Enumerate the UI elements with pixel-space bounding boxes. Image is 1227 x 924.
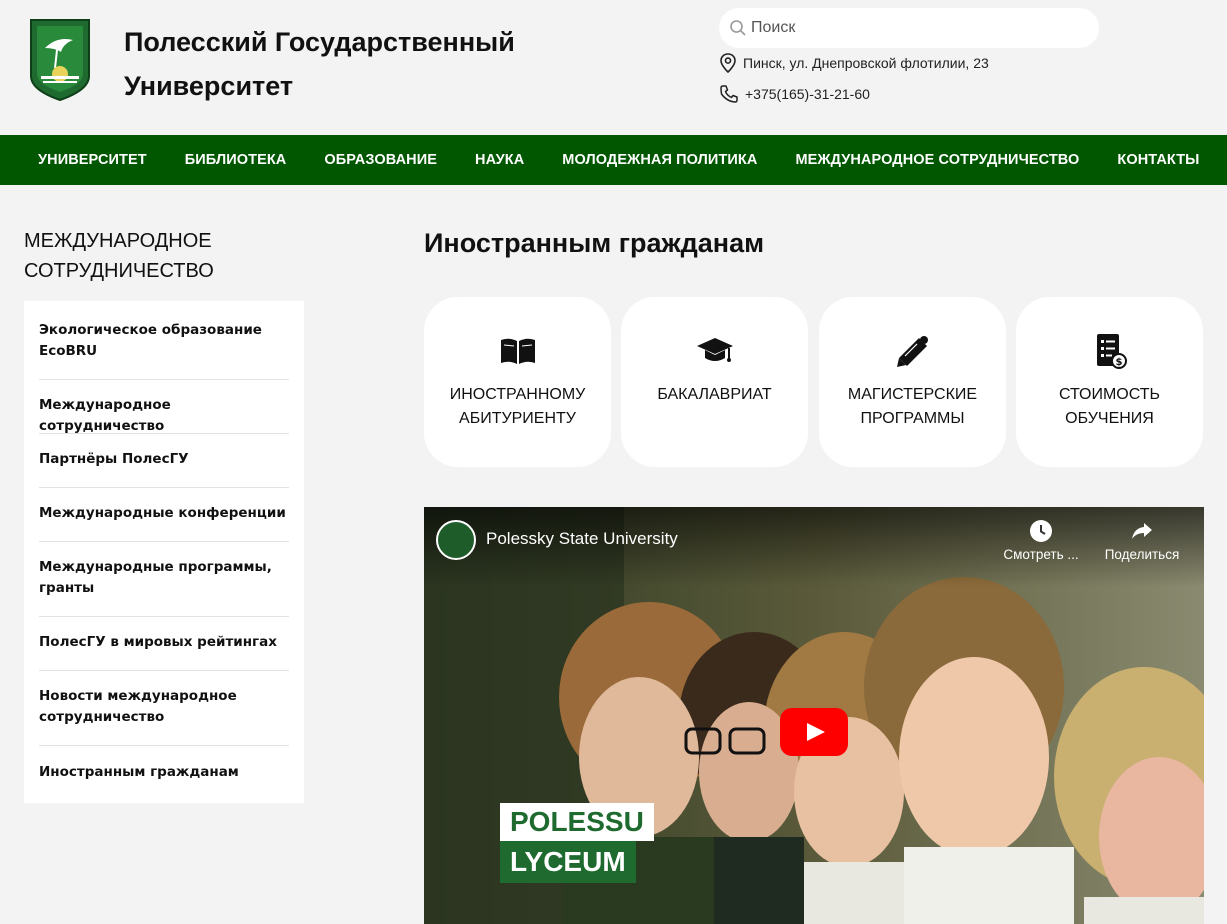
phone-text[interactable]: +375(165)-31-21-60: [745, 86, 870, 102]
sidebar-item-international-cooperation[interactable]: Международное сотрудничество: [39, 380, 289, 434]
address-text: Пинск, ул. Днепровской флотилии, 23: [743, 55, 989, 71]
site-title-line2: Университет: [124, 71, 294, 101]
youtube-video-player[interactable]: Polessky State University Смотреть ... П…: [424, 507, 1204, 924]
card-label: СТОИМОСТЬ ОБУЧЕНИЯ: [1016, 383, 1203, 431]
card-label-line1: ИНОСТРАННОМУ: [449, 386, 586, 403]
watch-later-button[interactable]: Смотреть ...: [1000, 519, 1082, 562]
nav-item-library[interactable]: БИБЛИОТЕКА: [166, 152, 306, 168]
nav-item-university[interactable]: УНИВЕРСИТЕТ: [19, 152, 166, 168]
video-overlay-logo: POLESSU LYCEUM: [500, 803, 654, 883]
nav-item-international[interactable]: МЕЖДУНАРОДНОЕ СОТРУДНИЧЕСТВО: [776, 152, 1098, 168]
sidebar-item-partners[interactable]: Партнёры ПолесГУ: [39, 434, 289, 488]
sidebar-title-line2: СОТРУДНИЧЕСТВО: [24, 260, 214, 282]
overlay-line1: POLESSU: [500, 803, 654, 841]
nav-item-youth-policy[interactable]: МОЛОДЕЖНАЯ ПОЛИТИКА: [543, 152, 776, 168]
play-button[interactable]: [780, 708, 848, 756]
sidebar-title-line1: МЕЖДУНАРОДНОЕ: [24, 230, 212, 252]
overlay-line2: LYCEUM: [500, 841, 636, 883]
checklist-cost-icon: $: [1090, 331, 1130, 371]
sidebar-item-conferences[interactable]: Международные конференции: [39, 488, 289, 542]
sidebar-item-world-rankings[interactable]: ПолесГУ в мировых рейтингах: [39, 617, 289, 671]
graduation-cap-icon: [695, 331, 735, 371]
sidebar-item-ecobru[interactable]: Экологическое образование EcoBRU: [39, 301, 289, 380]
card-tuition-cost[interactable]: $ СТОИМОСТЬ ОБУЧЕНИЯ: [1016, 297, 1203, 467]
card-foreign-applicant[interactable]: ИНОСТРАННОМУ АБИТУРИЕНТУ: [424, 297, 611, 467]
nav-item-education[interactable]: ОБРАЗОВАНИЕ: [305, 152, 456, 168]
site-title[interactable]: Полесский Государственный Университет: [124, 20, 574, 108]
main-nav: УНИВЕРСИТЕТ БИБЛИОТЕКА ОБРАЗОВАНИЕ НАУКА…: [0, 135, 1227, 185]
sidebar-menu: Экологическое образование EcoBRU Междуна…: [24, 301, 304, 803]
search-icon[interactable]: [729, 19, 747, 37]
svg-text:$: $: [1115, 357, 1122, 368]
open-book-icon: [498, 331, 538, 371]
card-label-line1: МАГИСТЕРСКИЕ: [847, 386, 978, 403]
video-title[interactable]: Polessky State University: [486, 529, 678, 549]
card-label-line2: АБИТУРИЕНТУ: [459, 410, 576, 427]
card-bachelor[interactable]: БАКАЛАВРИАТ: [621, 297, 808, 467]
search-input[interactable]: [751, 19, 1081, 37]
university-logo[interactable]: [27, 18, 93, 102]
sidebar-title: МЕЖДУНАРОДНОЕ СОТРУДНИЧЕСТВО: [24, 226, 304, 286]
nav-item-contacts[interactable]: КОНТАКТЫ: [1098, 152, 1218, 168]
card-master-programs[interactable]: МАГИСТЕРСКИЕ ПРОГРАММЫ: [819, 297, 1006, 467]
card-label-line2: ОБУЧЕНИЯ: [1065, 410, 1154, 427]
card-label-line2: ПРОГРАММЫ: [860, 410, 965, 427]
clock-icon: [1030, 520, 1052, 542]
share-label: Поделиться: [1104, 547, 1180, 562]
sidebar-item-programs-grants[interactable]: Международные программы, гранты: [39, 542, 289, 617]
diploma-scroll-icon: [893, 331, 933, 371]
phone-icon: [720, 85, 738, 103]
watch-later-label: Смотреть ...: [1003, 547, 1079, 562]
sidebar-item-foreign-citizens[interactable]: Иностранным гражданам: [39, 746, 289, 803]
share-button[interactable]: Поделиться: [1100, 519, 1184, 562]
channel-avatar[interactable]: [436, 520, 476, 560]
page-title: Иностранным гражданам: [424, 228, 765, 258]
site-title-line1: Полесский Государственный: [124, 27, 515, 57]
card-label-line1: БАКАЛАВРИАТ: [657, 386, 772, 403]
card-label: МАГИСТЕРСКИЕ ПРОГРАММЫ: [819, 383, 1006, 431]
card-label-line1: СТОИМОСТЬ: [1058, 386, 1161, 403]
address-line: Пинск, ул. Днепровской флотилии, 23: [719, 53, 989, 73]
sidebar-item-news[interactable]: Новости международное сотрудничество: [39, 671, 289, 746]
card-label: ИНОСТРАННОМУ АБИТУРИЕНТУ: [424, 383, 611, 431]
share-arrow-icon: [1132, 523, 1152, 539]
nav-item-science[interactable]: НАУКА: [456, 152, 543, 168]
search-box[interactable]: [719, 8, 1099, 48]
site-header: Полесский Государственный Университет Пи…: [0, 0, 1227, 135]
location-pin-icon: [720, 53, 736, 73]
phone-line[interactable]: +375(165)-31-21-60: [719, 84, 870, 104]
card-label: БАКАЛАВРИАТ: [621, 383, 808, 407]
